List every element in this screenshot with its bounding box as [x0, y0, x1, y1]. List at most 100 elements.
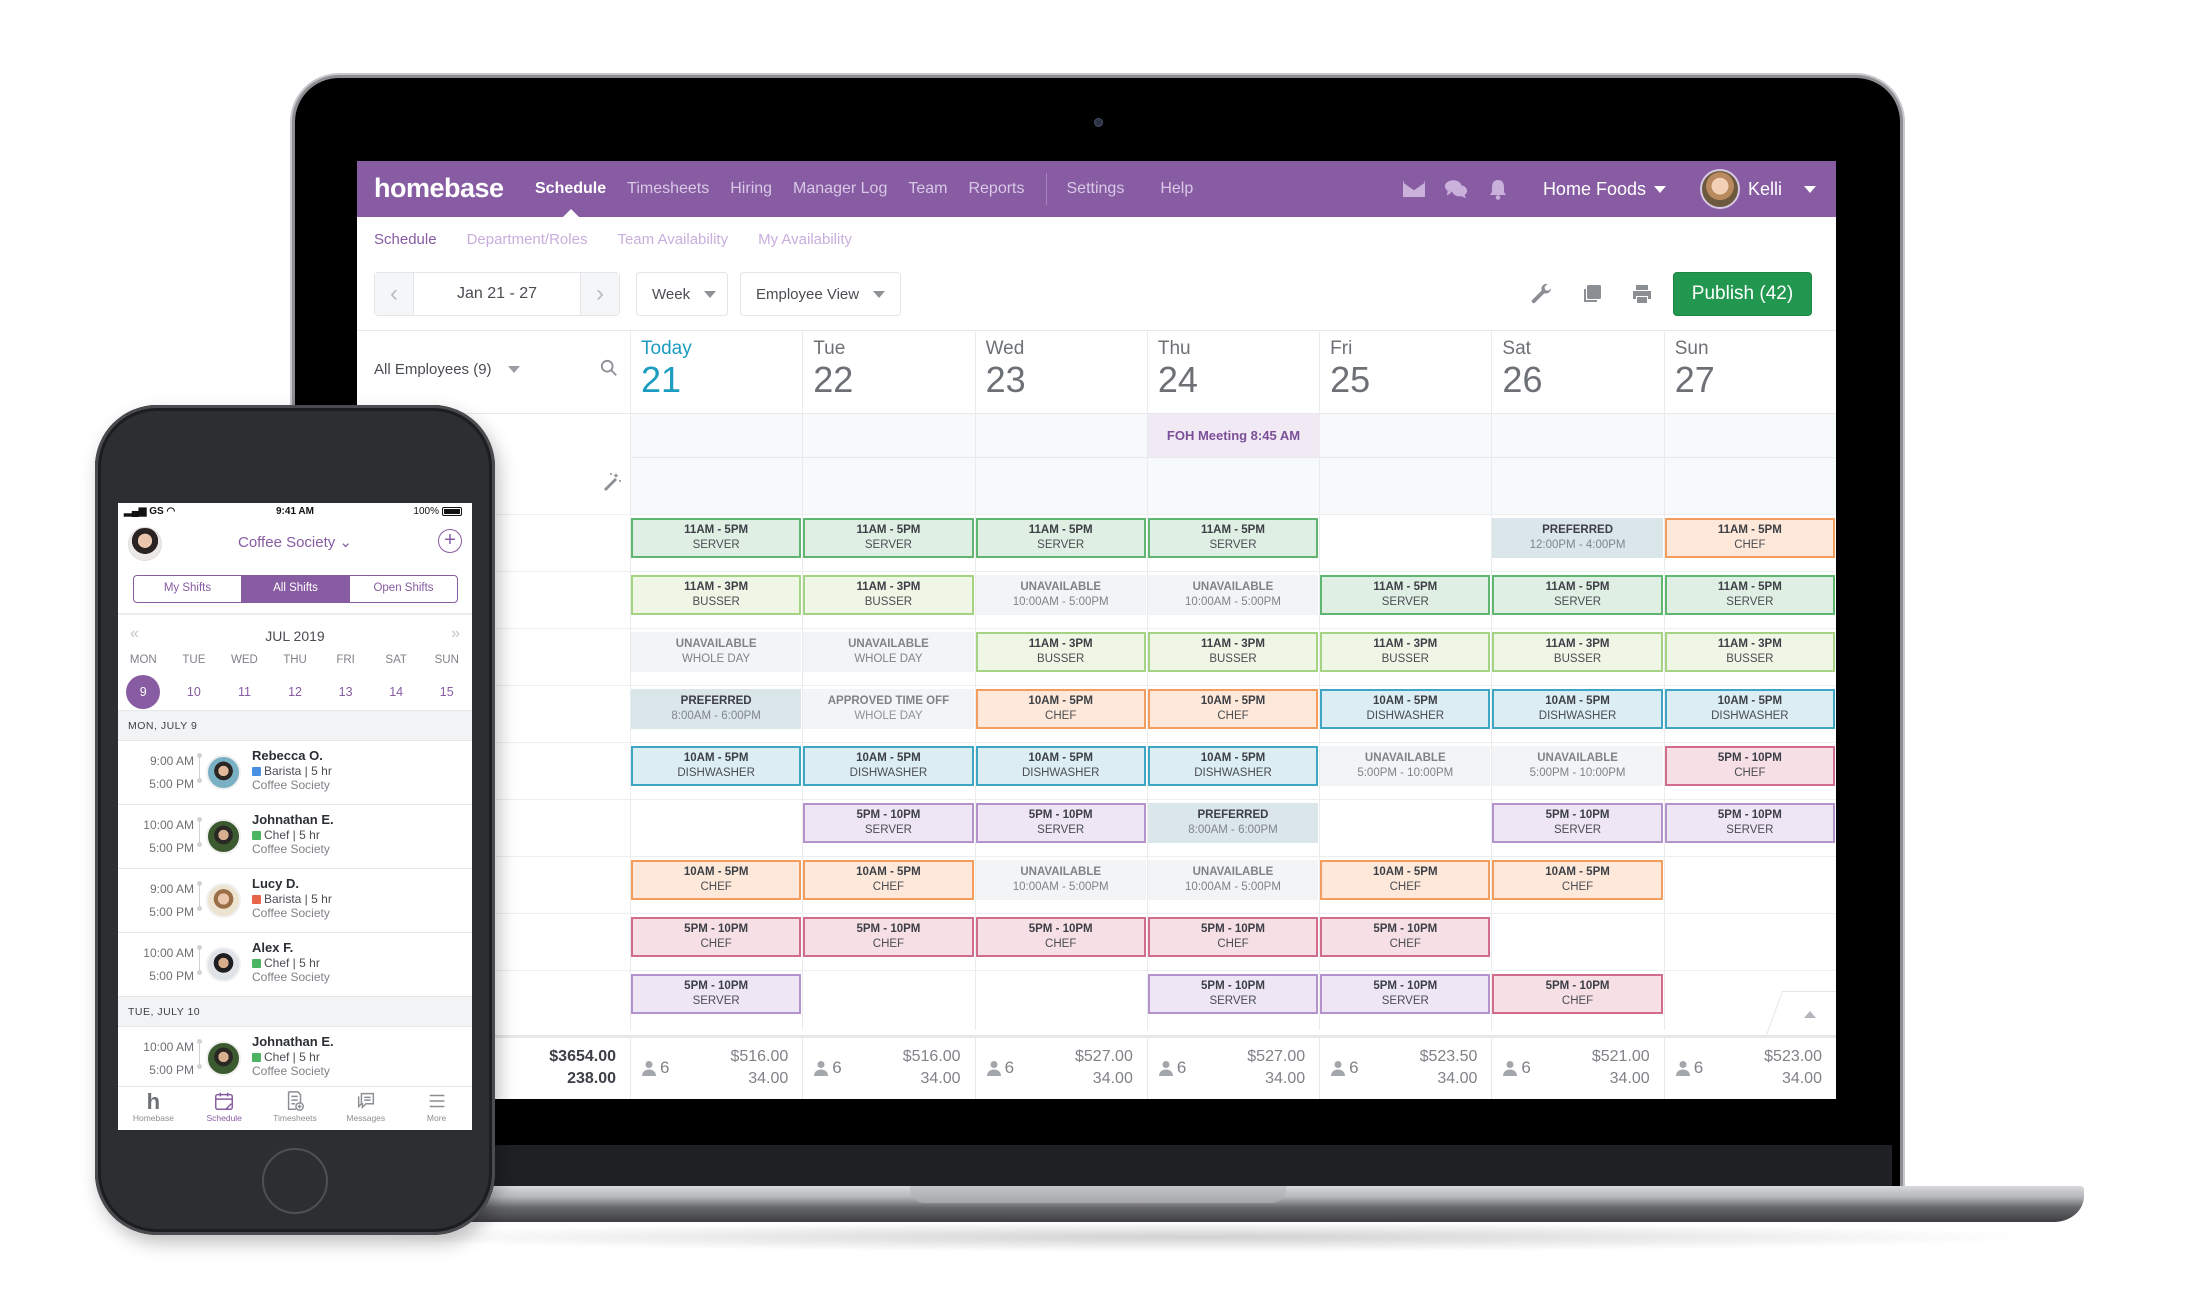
subnav-schedule[interactable]: Schedule — [374, 231, 437, 248]
chevron-up-icon[interactable] — [1804, 1011, 1816, 1018]
nav-team[interactable]: Team — [908, 161, 947, 217]
shift-unavail[interactable]: UNAVAILABLE 10:00AM - 5:00PM — [1147, 860, 1319, 900]
shift-dish[interactable]: 10AM - 5PM DISHWASHER — [803, 746, 974, 786]
shift-list-item[interactable]: 10:00 AM 5:00 PM Johnathan E. Chef | 5 hr Co… — [118, 1026, 472, 1090]
home-button[interactable] — [262, 1148, 328, 1214]
nav-hiring[interactable]: Hiring — [730, 161, 772, 217]
day-header[interactable]: Wed 23 — [974, 330, 1147, 413]
tab-timesheets[interactable]: Timesheets — [260, 1087, 331, 1130]
shift-busser[interactable]: 11AM - 3PM BUSSER — [1492, 632, 1663, 672]
next-month-icon[interactable]: » — [451, 625, 460, 643]
shift-eve-server[interactable]: 5PM - 10PM SERVER — [1147, 974, 1319, 1014]
shift-eve-server[interactable]: 5PM - 10PM SERVER — [1320, 974, 1491, 1014]
employee-filter-dropdown[interactable]: All Employees (9) — [374, 361, 520, 378]
date-14[interactable]: 14 — [371, 675, 422, 709]
date-13[interactable]: 13 — [320, 675, 371, 709]
shift-dish[interactable]: 10AM - 5PM DISHWASHER — [631, 746, 802, 786]
subnav-my-availability[interactable]: My Availability — [758, 231, 852, 248]
nav-help[interactable]: Help — [1160, 161, 1193, 217]
shift-chef[interactable]: 10AM - 5PM CHEF — [1492, 860, 1663, 900]
subnav-department-roles[interactable]: Department/Roles — [467, 231, 588, 248]
search-icon[interactable] — [600, 359, 620, 379]
shift-server[interactable]: 11AM - 5PM SERVER — [1320, 575, 1491, 615]
segment-my-shifts[interactable]: My Shifts — [134, 576, 242, 602]
shift-pref[interactable]: PREFERRED 8:00AM - 6:00PM — [1147, 803, 1319, 843]
shift-eve-chef[interactable]: 5PM - 10PM CHEF — [1320, 917, 1491, 957]
shift-eve-chef[interactable]: 5PM - 10PM CHEF — [803, 917, 974, 957]
shift-server[interactable]: 11AM - 5PM SERVER — [975, 518, 1146, 558]
shift-chef[interactable]: 10AM - 5PM CHEF — [803, 860, 974, 900]
date-range[interactable]: Jan 21 - 27 — [413, 273, 581, 315]
shift-eve-server[interactable]: 5PM - 10PM SERVER — [975, 803, 1146, 843]
shift-unavail[interactable]: UNAVAILABLE WHOLE DAY — [803, 632, 974, 672]
copy-icon[interactable] — [1580, 282, 1606, 308]
day-header[interactable]: Sat 26 — [1491, 330, 1663, 413]
shift-eve-chef[interactable]: 5PM - 10PM CHEF — [975, 917, 1146, 957]
nav-timesheets[interactable]: Timesheets — [627, 161, 709, 217]
publish-button[interactable]: Publish (42) — [1673, 272, 1812, 316]
user-avatar[interactable] — [1699, 169, 1740, 209]
shift-eve-server[interactable]: 5PM - 10PM SERVER — [1492, 803, 1663, 843]
period-dropdown[interactable]: Week — [636, 272, 728, 316]
shift-list-item[interactable]: 9:00 AM 5:00 PM Rebecca O. Barista | 5 hr Co… — [118, 740, 472, 804]
shift-chef[interactable]: 10AM - 5PM CHEF — [631, 860, 802, 900]
shift-dish[interactable]: 10AM - 5PM DISHWASHER — [975, 746, 1146, 786]
shift-pref[interactable]: PREFERRED 12:00PM - 4:00PM — [1492, 518, 1663, 558]
mail-icon[interactable] — [1401, 178, 1427, 200]
day-header[interactable]: Fri 25 — [1319, 330, 1491, 413]
shift-eve-chef[interactable]: 5PM - 10PM CHEF — [1664, 746, 1835, 786]
day-header[interactable]: Today 21 — [630, 330, 802, 413]
chat-icon[interactable] — [1443, 178, 1469, 200]
shift-eve-chef[interactable]: 5PM - 10PM CHEF — [1147, 917, 1319, 957]
shift-eve-server[interactable]: 5PM - 10PM SERVER — [1664, 803, 1835, 843]
date-9[interactable]: 9 — [118, 675, 169, 709]
homebase-logo[interactable]: homebase — [374, 173, 504, 204]
prev-week-button[interactable]: ‹ — [375, 273, 413, 315]
segment-all-shifts[interactable]: All Shifts — [242, 576, 350, 602]
org-switcher[interactable]: Coffee Society ⌄ — [118, 533, 472, 551]
shift-list-item[interactable]: 9:00 AM 5:00 PM Lucy D. Barista | 5 hr Coffe… — [118, 868, 472, 932]
nav-manager-log[interactable]: Manager Log — [793, 161, 887, 217]
shift-server[interactable]: 11AM - 5PM SERVER — [803, 518, 974, 558]
shift-dish[interactable]: 10AM - 5PM DISHWASHER — [1492, 689, 1663, 729]
shift-eve-chef[interactable]: 5PM - 10PM CHEF — [631, 917, 802, 957]
date-15[interactable]: 15 — [421, 675, 472, 709]
nav-settings[interactable]: Settings — [1067, 161, 1125, 217]
shift-unavail[interactable]: UNAVAILABLE WHOLE DAY — [631, 632, 802, 672]
shift-pref[interactable]: PREFERRED 8:00AM - 6:00PM — [631, 689, 802, 729]
next-week-button[interactable]: › — [581, 273, 619, 315]
view-dropdown[interactable]: Employee View — [740, 272, 901, 316]
shift-server[interactable]: 11AM - 5PM SERVER — [631, 518, 802, 558]
shift-chef[interactable]: 10AM - 5PM CHEF — [1147, 689, 1319, 729]
add-shift-icon[interactable]: + — [438, 529, 462, 553]
shift-unavail[interactable]: UNAVAILABLE 10:00AM - 5:00PM — [1147, 575, 1319, 615]
shift-server[interactable]: 11AM - 5PM SERVER — [1492, 575, 1663, 615]
wrench-icon[interactable] — [1530, 282, 1556, 308]
shift-busser[interactable]: 11AM - 3PM BUSSER — [1664, 632, 1835, 672]
shift-chef[interactable]: 10AM - 5PM CHEF — [1320, 860, 1491, 900]
bell-icon[interactable] — [1485, 178, 1511, 200]
subnav-team-availability[interactable]: Team Availability — [617, 231, 728, 248]
day-header[interactable]: Tue 22 — [802, 330, 974, 413]
shift-timeoff[interactable]: APPROVED TIME OFF WHOLE DAY — [803, 689, 974, 729]
nav-reports[interactable]: Reports — [968, 161, 1024, 217]
user-menu-chevron-icon[interactable] — [1804, 185, 1816, 193]
shift-busser[interactable]: 11AM - 3PM BUSSER — [1147, 632, 1319, 672]
shift-list-item[interactable]: 10:00 AM 5:00 PM Johnathan E. Chef | 5 hr Co… — [118, 804, 472, 868]
shift-busser[interactable]: 11AM - 3PM BUSSER — [803, 575, 974, 615]
tab-homebase[interactable]: h Homebase — [118, 1087, 189, 1130]
day-header[interactable]: Thu 24 — [1146, 330, 1319, 413]
print-icon[interactable] — [1630, 282, 1656, 308]
date-11[interactable]: 11 — [219, 675, 270, 709]
day-header[interactable]: Sun 27 — [1663, 330, 1836, 413]
shift-eve-server[interactable]: 5PM - 10PM SERVER — [631, 974, 802, 1014]
shift-dish[interactable]: 10AM - 5PM DISHWASHER — [1664, 689, 1835, 729]
shift-busser[interactable]: 11AM - 3PM BUSSER — [631, 575, 802, 615]
shift-unavail[interactable]: UNAVAILABLE 5:00PM - 10:00PM — [1492, 746, 1663, 786]
shift-unavail[interactable]: UNAVAILABLE 10:00AM - 5:00PM — [975, 575, 1146, 615]
shift-unavail[interactable]: UNAVAILABLE 10:00AM - 5:00PM — [975, 860, 1146, 900]
shift-unavail[interactable]: UNAVAILABLE 5:00PM - 10:00PM — [1320, 746, 1491, 786]
location-dropdown[interactable]: Home Foods — [1543, 179, 1666, 200]
date-12[interactable]: 12 — [270, 675, 321, 709]
shift-eve-chef[interactable]: 5PM - 10PM CHEF — [1492, 974, 1663, 1014]
